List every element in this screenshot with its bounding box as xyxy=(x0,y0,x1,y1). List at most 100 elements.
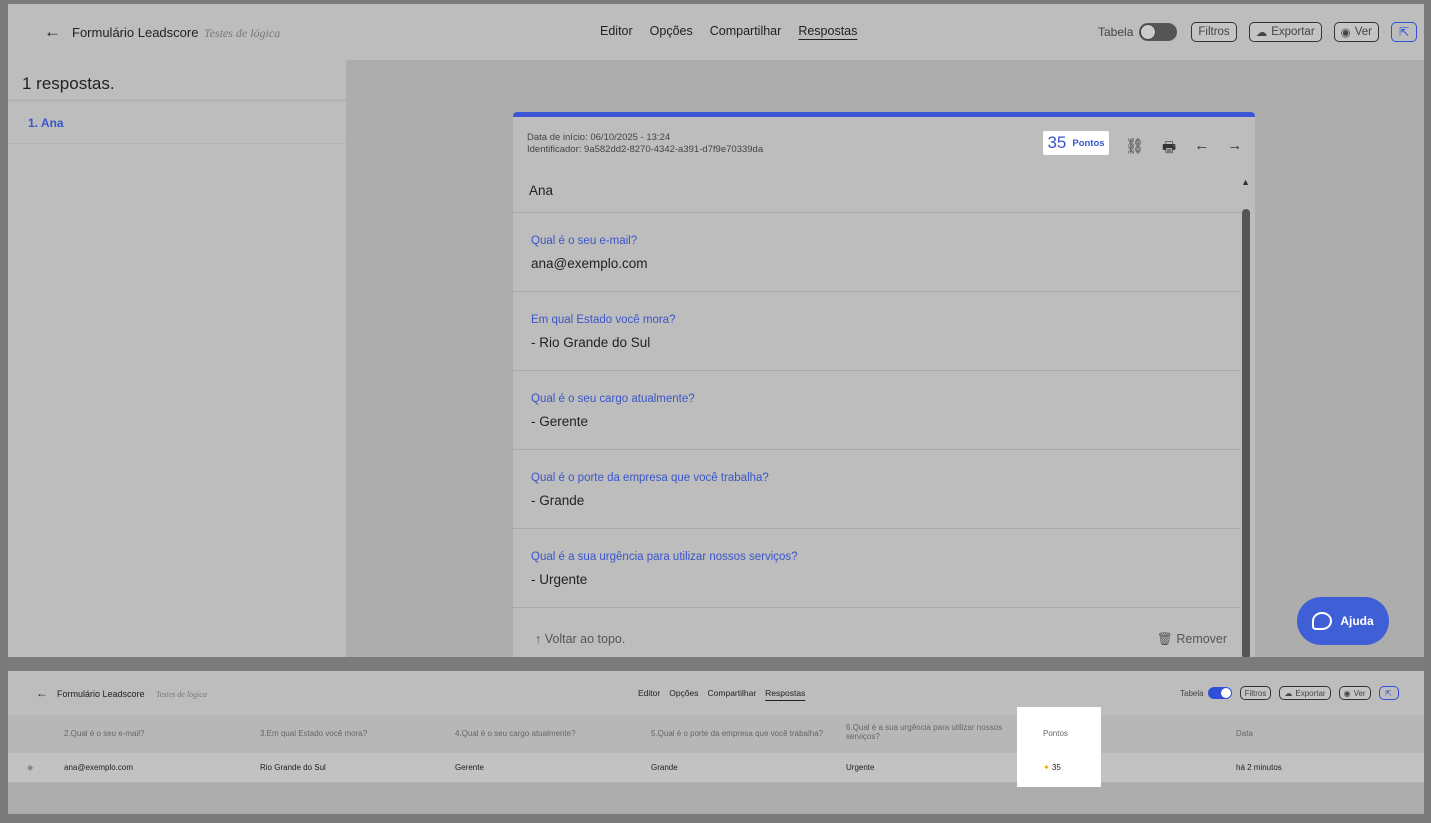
respondent-name-row: Ana xyxy=(513,167,1241,213)
column-header[interactable]: 2.Qual é o seu e-mail? xyxy=(64,729,145,738)
view-button[interactable]: ◉ Ver xyxy=(1338,686,1371,700)
share-external-button[interactable]: ⇱ xyxy=(1378,686,1399,700)
print-icon[interactable]: 🖶 xyxy=(1162,137,1176,162)
export-button[interactable]: ☁ Exportar xyxy=(1279,686,1331,700)
back-arrow-icon[interactable]: ← xyxy=(44,22,61,42)
column-header[interactable]: Pontos xyxy=(1043,729,1068,738)
back-to-top-link[interactable]: ↑ Voltar ao topo. xyxy=(535,632,625,646)
table-toggle-label: Tabela xyxy=(1180,688,1204,698)
link-icon[interactable]: ⛓ xyxy=(1125,137,1144,162)
question-text: Qual é a sua urgência para utilizar noss… xyxy=(531,551,798,563)
question-text: Em qual Estado você mora? xyxy=(531,314,676,326)
respondent-name: Ana xyxy=(529,183,554,198)
form-title: Formulário Leadscore xyxy=(72,25,199,40)
table-toggle-label: Tabela xyxy=(1098,25,1134,39)
top-bar: ← Formulário Leadscore Testes de lógica … xyxy=(8,671,1424,715)
table-header: 2.Qual é o seu e-mail? 3.Em qual Estado … xyxy=(8,715,1424,753)
main-tabs: Editor Opções Compartilhar Respostas xyxy=(638,688,805,698)
tab-options[interactable]: Opções xyxy=(650,24,693,38)
remove-button[interactable]: 🗑 Remover xyxy=(1157,632,1227,647)
table-row[interactable]: ◆ ana@exemplo.com Rio Grande do Sul Gere… xyxy=(8,753,1424,783)
export-button[interactable]: ☁ Exportar xyxy=(1248,22,1322,42)
top-bar: ← Formulário Leadscore Testes de lógica … xyxy=(8,4,1424,60)
start-date: Data de início: 06/10/2025 - 13:24 xyxy=(527,132,671,143)
table-cell: Urgente xyxy=(846,763,875,772)
scrollbar[interactable] xyxy=(1242,209,1250,657)
answer-block: Qual é a sua urgência para utilizar noss… xyxy=(513,529,1241,608)
answer-text: - Gerente xyxy=(531,414,589,429)
response-identifier: Identificador: 9a582dd2-8270-4342-a391-d… xyxy=(527,144,764,155)
form-title: Formulário Leadscore xyxy=(57,689,145,699)
cloud-icon: ☁ xyxy=(1255,27,1268,39)
answer-block: Qual é o seu cargo atualmente? - Gerente xyxy=(513,371,1241,450)
back-arrow-icon[interactable]: ← xyxy=(36,686,48,700)
card-footer: ↑ Voltar ao topo. 🗑 Remover xyxy=(513,607,1241,657)
tag-icon[interactable]: ◆ xyxy=(27,763,33,772)
column-header[interactable]: 5.Qual é o porte da empresa que você tra… xyxy=(651,729,823,738)
chat-bubble-icon xyxy=(1312,612,1333,630)
help-label: Ajuda xyxy=(1340,614,1374,628)
export-label: Exportar xyxy=(1271,26,1315,38)
view-label: Ver xyxy=(1353,688,1366,698)
filters-button[interactable]: Filtros xyxy=(1239,686,1272,700)
column-header[interactable]: 3.Em qual Estado você mora? xyxy=(260,729,367,738)
table-cell: há 2 minutos xyxy=(1236,763,1282,772)
points-value: 35 xyxy=(1047,133,1067,152)
question-text: Qual é o seu cargo atualmente? xyxy=(531,393,695,405)
answer-block: Em qual Estado você mora? - Rio Grande d… xyxy=(513,292,1241,371)
filters-button[interactable]: Filtros xyxy=(1191,22,1237,42)
sparkle-icon: ✦ xyxy=(1043,763,1050,772)
response-meta: Data de início: 06/10/2025 - 13:24 Ident… xyxy=(527,132,763,156)
share-external-button[interactable]: ⇱ xyxy=(1390,22,1417,42)
table-toggle[interactable] xyxy=(1207,687,1232,699)
help-button[interactable]: Ajuda xyxy=(1297,597,1389,645)
arrow-right-icon[interactable]: → xyxy=(1227,137,1242,162)
toolbar-right: Tabela Filtros ☁ Exportar ◉ Ver ⇱ xyxy=(1180,686,1399,700)
table-cell: Gerente xyxy=(455,763,484,772)
answer-block: Qual é o porte da empresa que você traba… xyxy=(513,450,1241,529)
answer-text: - Urgente xyxy=(531,572,588,587)
tab-editor[interactable]: Editor xyxy=(600,24,633,38)
card-actions: ⛓ 🖶 ← → xyxy=(1125,137,1242,162)
answer-block: Qual é o seu e-mail? ana@exemplo.com xyxy=(513,213,1241,292)
table-toggle[interactable] xyxy=(1139,23,1178,41)
question-text: Qual é o porte da empresa que você traba… xyxy=(531,472,769,484)
column-header[interactable]: 6.Qual é a sua urgência para utilizar no… xyxy=(846,723,1016,741)
arrow-left-icon[interactable]: ← xyxy=(1194,137,1209,162)
tab-share[interactable]: Compartilhar xyxy=(708,688,757,698)
answer-text: - Rio Grande do Sul xyxy=(531,335,651,350)
cloud-icon: ☁ xyxy=(1284,688,1293,698)
external-share-icon: ⇱ xyxy=(1398,25,1409,39)
view-button[interactable]: ◉ Ver xyxy=(1333,22,1379,42)
column-header[interactable]: 4.Qual é o seu cargo atualmente? xyxy=(455,729,576,738)
response-card: Data de início: 06/10/2025 - 13:24 Ident… xyxy=(513,112,1255,657)
scroll-up-arrow-icon[interactable]: ▲ xyxy=(1241,177,1250,187)
view-label: Ver xyxy=(1354,26,1372,38)
points-label: Pontos xyxy=(1072,137,1105,149)
external-share-icon: ⇱ xyxy=(1385,688,1392,698)
responses-sidebar: 1 respostas. 1. Ana xyxy=(8,60,346,657)
tab-editor[interactable]: Editor xyxy=(638,688,660,698)
response-list-item[interactable]: 1. Ana xyxy=(8,102,346,144)
table-cell: Rio Grande do Sul xyxy=(260,763,326,772)
points-cell-value: 35 xyxy=(1051,763,1061,772)
responses-table-panel: ← Formulário Leadscore Testes de lógica … xyxy=(8,671,1424,814)
export-label: Exportar xyxy=(1295,688,1326,698)
main-tabs: Editor Opções Compartilhar Respostas xyxy=(600,24,857,38)
table-cell: Grande xyxy=(651,763,678,772)
toolbar-right: Tabela Filtros ☁ Exportar ◉ Ver ⇱ xyxy=(1098,22,1417,42)
tab-share[interactable]: Compartilhar xyxy=(710,24,782,38)
points-cell: ✦ 35 xyxy=(1043,763,1061,772)
eye-icon: ◉ xyxy=(1343,688,1351,698)
responses-count: 1 respostas. xyxy=(8,60,346,102)
tab-responses[interactable]: Respostas xyxy=(765,688,805,698)
column-header[interactable]: Data xyxy=(1236,729,1253,738)
answer-text: ana@exemplo.com xyxy=(531,256,648,271)
points-column-highlight: Pontos ✦ 35 xyxy=(1017,707,1101,787)
answer-text: - Grande xyxy=(531,493,585,508)
eye-icon: ◉ xyxy=(1340,27,1351,39)
table-cell: ana@exemplo.com xyxy=(64,763,134,772)
tab-options[interactable]: Opções xyxy=(669,688,698,698)
question-text: Qual é o seu e-mail? xyxy=(531,235,638,247)
tab-responses[interactable]: Respostas xyxy=(798,24,857,38)
